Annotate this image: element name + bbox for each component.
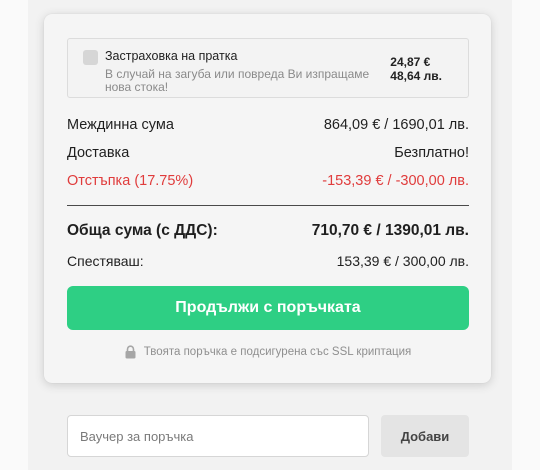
savings-row: Спестяваш: 153,39 € / 300,00 лв. [67, 251, 469, 271]
order-summary-card: Застраховка на пратка В случай на загуба… [44, 14, 491, 383]
total-value: 710,70 € / 1390,01 лв. [311, 222, 469, 239]
discount-value: -153,39 € / -300,00 лв. [322, 173, 469, 189]
discount-row: Отстъпка (17.75%) -153,39 € / -300,00 лв… [67, 171, 469, 191]
savings-value: 153,39 € / 300,00 лв. [336, 253, 469, 269]
shipping-insurance-option[interactable]: Застраховка на пратка В случай на загуба… [67, 38, 469, 98]
total-row: Обща сума (с ДДС): 710,70 € / 1390,01 лв… [67, 221, 469, 241]
lock-icon [124, 345, 137, 359]
continue-order-button[interactable]: Продължи с поръчката [67, 286, 469, 330]
insurance-checkbox[interactable] [83, 50, 98, 65]
insurance-price: 24,87 € 48,64 лв. [390, 55, 442, 83]
insurance-description: В случай на загуба или повреда Ви изпращ… [105, 67, 370, 94]
delivery-row: Доставка Безплатно! [67, 143, 469, 163]
insurance-price-bgn: 48,64 лв. [390, 69, 442, 83]
delivery-value: Безплатно! [394, 145, 469, 161]
voucher-input[interactable] [67, 415, 369, 457]
savings-label: Спестяваш: [67, 253, 144, 269]
delivery-label: Доставка [67, 145, 130, 161]
add-voucher-button[interactable]: Добави [381, 415, 469, 457]
insurance-price-eur: 24,87 € [390, 55, 431, 69]
subtotal-value: 864,09 € / 1690,01 лв. [323, 117, 469, 133]
insurance-title: Застраховка на пратка [105, 49, 238, 63]
ssl-notice-text: Твоята поръчка е подсигурена със SSL кри… [143, 346, 412, 358]
summary-divider [67, 205, 469, 206]
ssl-notice: Твоята поръчка е подсигурена със SSL кри… [44, 345, 491, 359]
subtotal-label: Междинна сума [67, 117, 174, 133]
subtotal-row: Междинна сума 864,09 € / 1690,01 лв. [67, 115, 469, 135]
total-label: Обща сума (с ДДС): [67, 222, 218, 239]
discount-label: Отстъпка (17.75%) [67, 173, 194, 189]
